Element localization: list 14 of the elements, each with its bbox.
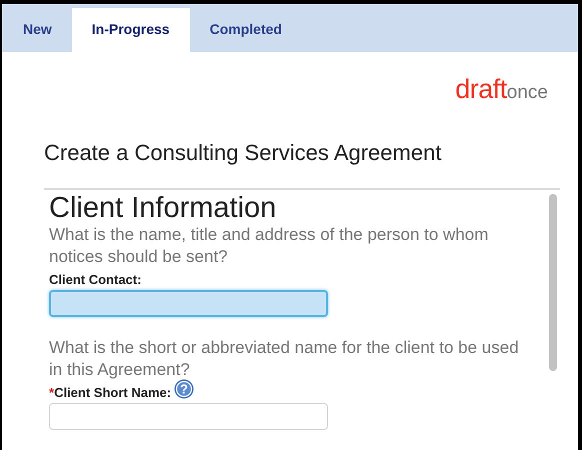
help-icon[interactable]: ? [174,379,194,399]
question-text: What is the name, title and address of the person to whom notices should be sent? [49,224,490,268]
field-label: Client Contact: [49,272,142,286]
input-field[interactable] [49,403,328,430]
tab[interactable]: In-Progress [72,8,190,52]
tab[interactable]: Completed [190,8,302,52]
question-text: What is the short or abbreviated name for the client to be used in this Agreement? [49,337,519,381]
section-heading: Client Information [49,192,278,224]
scrollbar-thumb[interactable] [549,194,557,371]
input-field[interactable] [49,290,328,317]
logo: draftonce [455,74,548,106]
tab[interactable]: New [3,8,72,52]
page-title: Create a Consulting Services Agreement [44,139,442,167]
field-label: *Client Short Name: [49,384,172,400]
